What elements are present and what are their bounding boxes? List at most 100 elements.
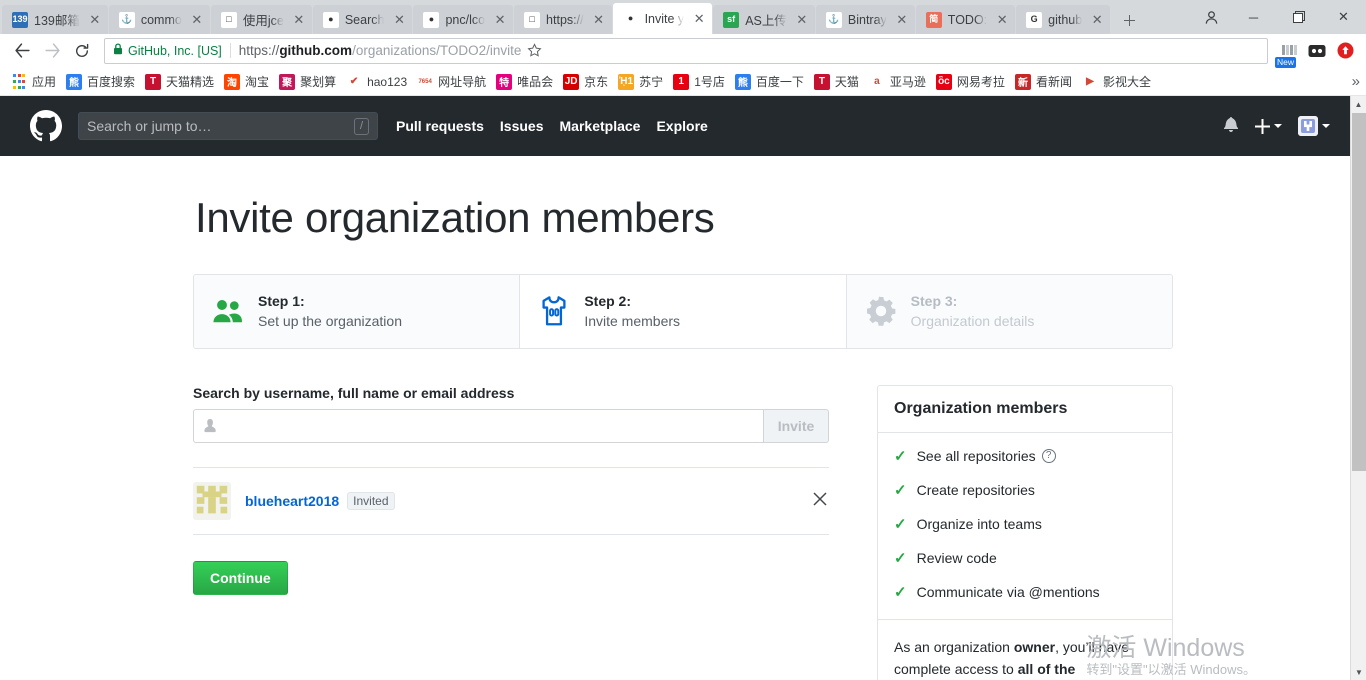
bookmark-item[interactable]: 新看新闻 xyxy=(1010,70,1077,93)
nav-pull-requests[interactable]: Pull requests xyxy=(396,118,484,134)
page-scrollbar[interactable]: ▲ ▼ xyxy=(1350,96,1366,680)
browser-tab[interactable]: ● Invite y ✕ xyxy=(612,3,713,34)
browser-tab[interactable]: 139 139邮箱 ✕ xyxy=(2,5,108,34)
bookmarks-overflow-button[interactable]: » xyxy=(1352,73,1360,90)
browser-tab[interactable]: ⚓ Bintray ✕ xyxy=(815,5,915,34)
bookmark-item[interactable]: 淘淘宝 xyxy=(219,70,274,93)
bookmark-item[interactable]: 特唯品会 xyxy=(491,70,558,93)
tab-close-button[interactable]: ✕ xyxy=(590,11,608,29)
kaola-icon: ὃc xyxy=(935,73,952,90)
bookmark-label: 天猫 xyxy=(834,75,859,89)
profile-avatar-button[interactable] xyxy=(1191,0,1231,34)
bookmark-star-icon[interactable] xyxy=(521,38,547,64)
bookmark-item[interactable]: 聚聚划算 xyxy=(274,70,341,93)
step-1[interactable]: Step 1: Set up the organization xyxy=(194,275,520,348)
scroll-down-arrow[interactable]: ▼ xyxy=(1351,664,1366,680)
back-button[interactable] xyxy=(8,37,36,65)
tab-title: AS上传 xyxy=(745,14,787,28)
check-icon: ✓ xyxy=(894,481,907,499)
setup-steps: Step 1: Set up the organization Step 2: xyxy=(193,274,1173,349)
browser-tab[interactable]: ● Search ✕ xyxy=(312,5,413,34)
bookmark-item[interactable]: 1 1号店 xyxy=(668,70,730,93)
step-2[interactable]: Step 2: Invite members xyxy=(519,275,846,348)
bookmark-item[interactable]: a 亚马逊 xyxy=(864,70,931,93)
bookmark-item[interactable]: ✔ hao123 xyxy=(341,71,412,93)
check-icon: ✓ xyxy=(894,447,907,465)
github-mark-icon[interactable] xyxy=(30,110,62,142)
invite-button[interactable]: Invite xyxy=(763,408,829,443)
browser-tab[interactable]: □ 使用jce ✕ xyxy=(210,5,312,34)
search-input[interactable] xyxy=(224,417,753,434)
tab-close-button[interactable]: ✕ xyxy=(793,11,811,29)
browser-tab[interactable]: Ggithub ✕ xyxy=(1016,5,1111,34)
browser-tab[interactable]: □ https:// ✕ xyxy=(514,5,612,34)
bookmark-item[interactable]: 7654 网址导航 xyxy=(412,70,491,93)
address-bar[interactable]: GitHub, Inc. [US] https://github.com/org… xyxy=(104,37,1268,64)
bookmark-label: 唯品会 xyxy=(517,75,554,89)
github-search-box[interactable]: Search or jump to… / xyxy=(78,112,378,140)
bookmark-label: 网易考拉 xyxy=(956,75,1005,89)
tab-close-button[interactable]: ✕ xyxy=(86,11,104,29)
maximize-button[interactable] xyxy=(1276,0,1321,34)
tab-close-button[interactable]: ✕ xyxy=(290,11,308,29)
bookmark-item[interactable]: 熊百度搜索 xyxy=(61,70,140,93)
url-scheme: https:// xyxy=(238,43,280,58)
extension-dark-icon xyxy=(1308,44,1326,57)
nav-marketplace[interactable]: Marketplace xyxy=(560,118,641,134)
members-card-footer: As an organization owner, you’ll have co… xyxy=(878,618,1172,680)
tab-close-button[interactable]: ✕ xyxy=(1088,11,1106,29)
tab-title: pnc/lco xyxy=(445,12,486,27)
browser-tab[interactable]: ⚓ commo ✕ xyxy=(108,5,210,34)
reload-button[interactable] xyxy=(68,37,96,65)
bookmark-item[interactable]: T 天猫 xyxy=(809,70,864,93)
bookmark-item[interactable]: ὃc 网易考拉 xyxy=(931,70,1010,93)
notifications-button[interactable] xyxy=(1223,116,1239,137)
bookmark-label: 影视大全 xyxy=(1102,75,1151,89)
scroll-up-arrow[interactable]: ▲ xyxy=(1351,96,1366,112)
tab-close-button[interactable]: ✕ xyxy=(690,10,708,28)
close-window-button[interactable]: ✕ xyxy=(1321,0,1366,34)
extension-button-1[interactable]: New xyxy=(1275,38,1302,68)
scrollbar-thumb[interactable] xyxy=(1352,113,1366,471)
search-shortcut-key: / xyxy=(353,117,369,135)
permission-label: Create repositories xyxy=(916,481,1035,498)
tab-close-button[interactable]: ✕ xyxy=(390,11,408,29)
invited-username[interactable]: blueheart2018 xyxy=(245,493,339,509)
members-card-title: Organization members xyxy=(894,399,1068,417)
github-header-actions xyxy=(1223,116,1336,137)
browser-tab[interactable]: 简 TODO: ✕ xyxy=(915,5,1016,34)
bookmark-item[interactable]: T 天猫精选 xyxy=(140,70,219,93)
user-menu-button[interactable] xyxy=(1298,116,1330,136)
tab-close-button[interactable]: ✕ xyxy=(188,11,206,29)
help-icon[interactable]: ? xyxy=(1041,448,1056,463)
extension-red-icon xyxy=(1337,42,1353,59)
extension-button-2[interactable] xyxy=(1304,38,1330,64)
continue-button[interactable]: Continue xyxy=(193,560,288,595)
tab-close-button[interactable]: ✕ xyxy=(491,11,509,29)
bookmark-label: 聚划算 xyxy=(300,75,337,89)
suning-icon: ᾘ1 xyxy=(618,73,635,90)
bookmark-item[interactable]: ᾘ1 苏宁 xyxy=(613,70,668,93)
bookmark-item[interactable]: JD 京东 xyxy=(558,70,613,93)
invite-search-box[interactable] xyxy=(193,408,763,443)
bookmark-item[interactable]: 熊百度一下 xyxy=(730,70,809,93)
create-new-button[interactable] xyxy=(1255,118,1282,134)
tab-title: 使用jce xyxy=(242,14,284,28)
close-icon[interactable] xyxy=(813,491,829,511)
bookmark-label: hao123 xyxy=(367,74,408,89)
browser-tab[interactable]: sf AS上传 ✕ xyxy=(713,5,815,34)
nav-issues[interactable]: Issues xyxy=(500,118,544,134)
new-tab-button[interactable] xyxy=(1115,7,1143,33)
browser-tab[interactable]: ● pnc/lco ✕ xyxy=(413,5,514,34)
arrow-right-icon xyxy=(44,43,60,58)
permission-label: Organize into teams xyxy=(916,515,1042,532)
nav-explore[interactable]: Explore xyxy=(656,118,707,134)
tab-close-button[interactable]: ✕ xyxy=(893,11,911,29)
bookmark-item[interactable]: 应用 xyxy=(6,70,61,93)
139-mail-icon: 139 xyxy=(12,11,28,28)
extension-button-3[interactable] xyxy=(1332,38,1358,64)
organization-members-sidebar: Organization members ✓ See all repositori… xyxy=(877,384,1173,680)
bookmark-item[interactable]: ▶ 影视大全 xyxy=(1077,70,1156,93)
tab-close-button[interactable]: ✕ xyxy=(993,11,1011,29)
minimize-button[interactable]: ─ xyxy=(1231,0,1276,34)
